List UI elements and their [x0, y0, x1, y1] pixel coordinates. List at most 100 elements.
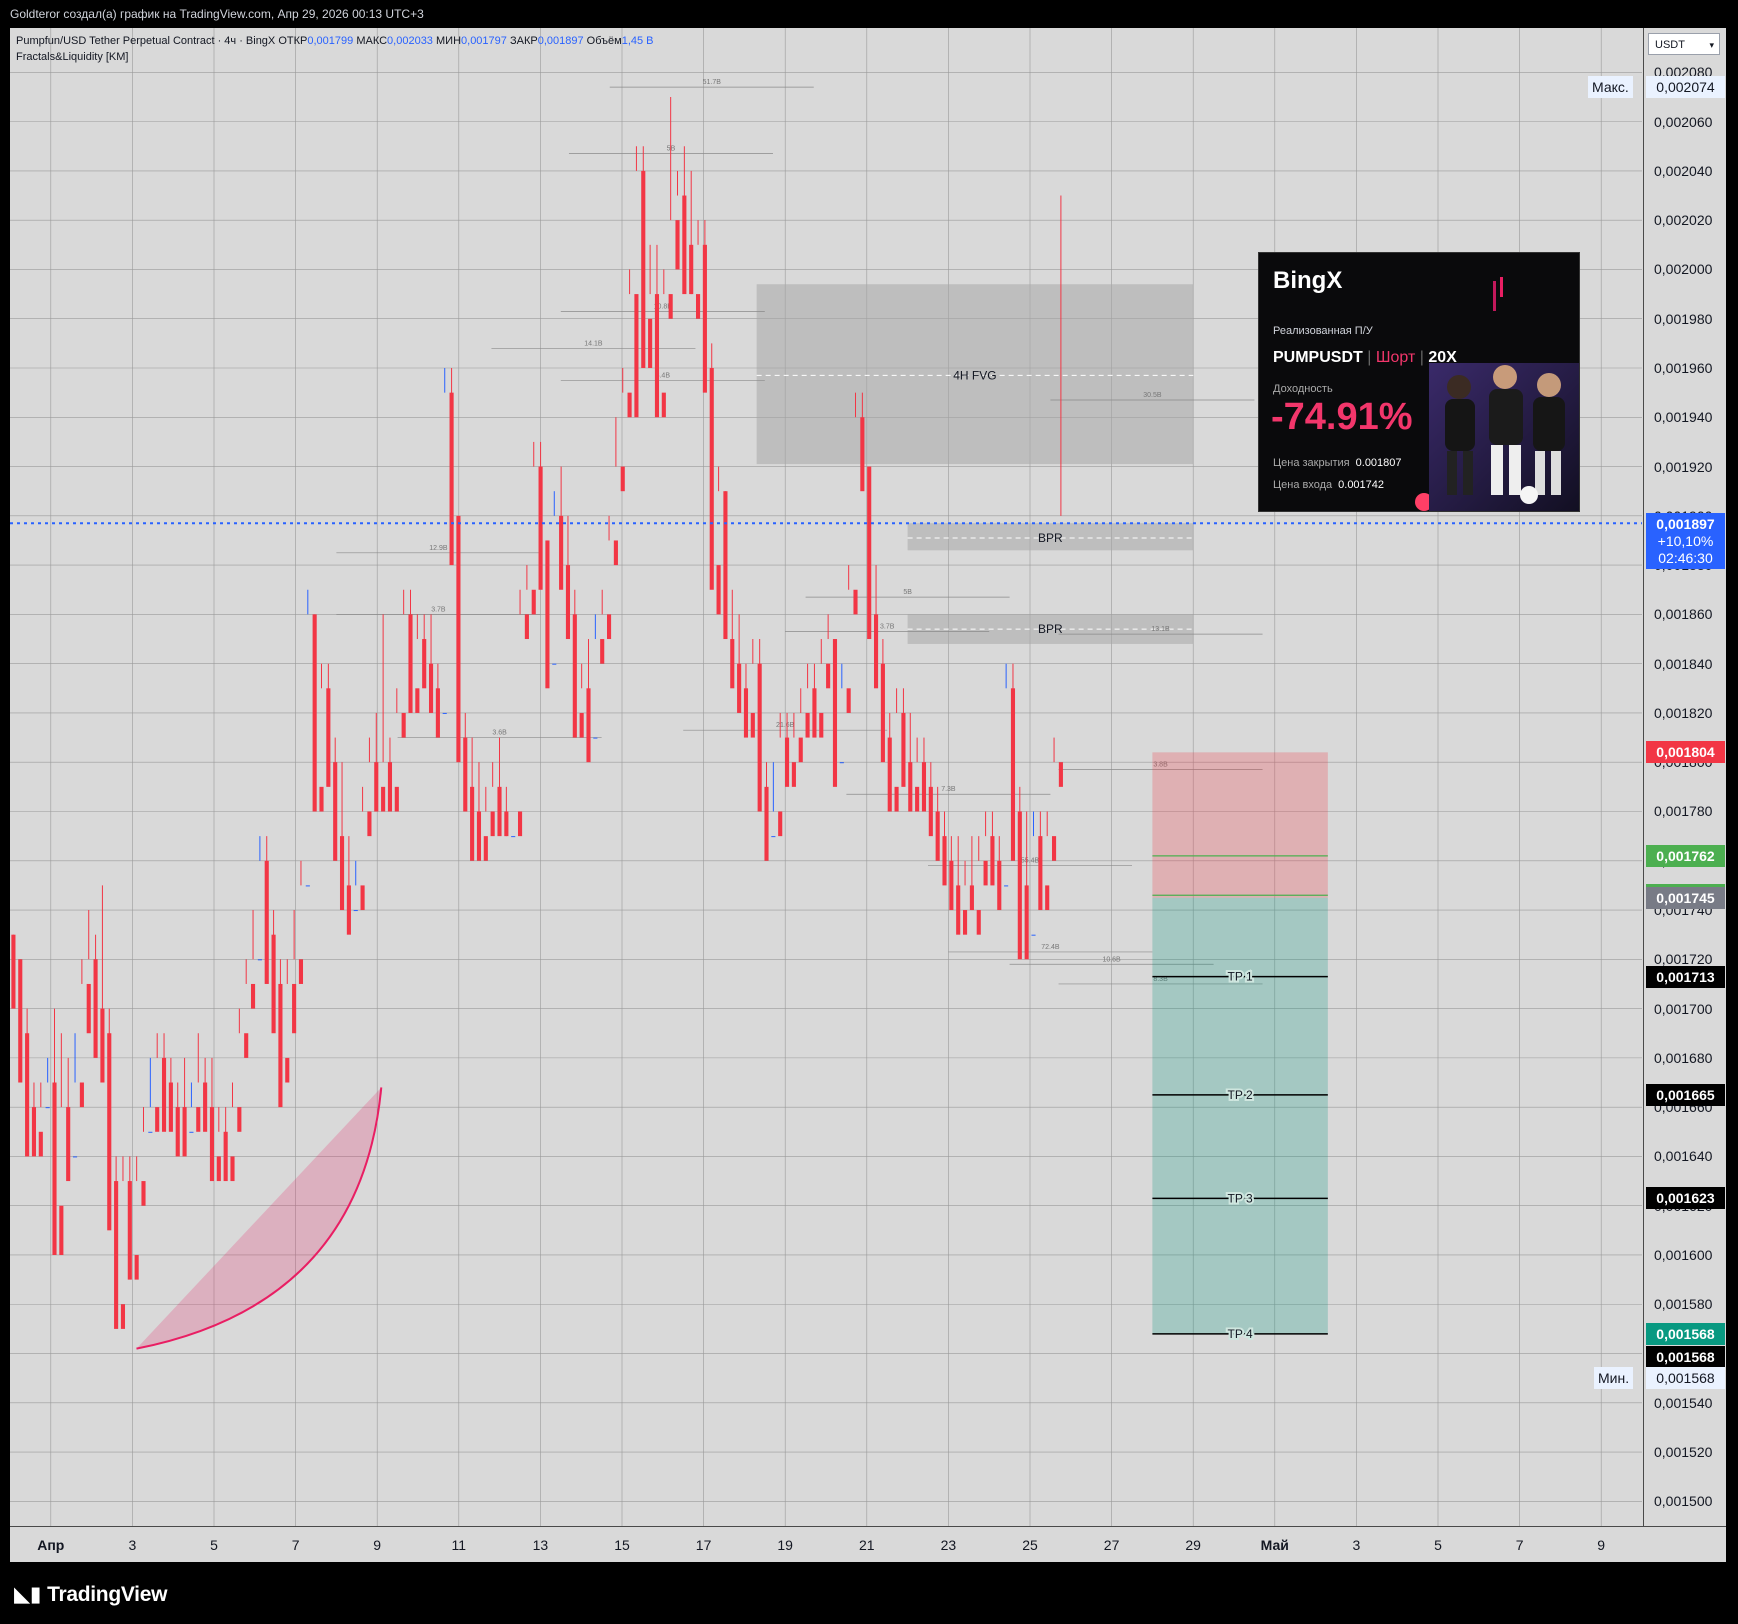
candle-body: [559, 515, 564, 590]
price-tick-label: 0,001980: [1654, 310, 1713, 327]
price-axis[interactable]: USDT▾ 0,0015000,0015200,0015400,0015600,…: [1643, 28, 1726, 1526]
max-price-tag: 0,002074: [1646, 76, 1725, 99]
price-tick-label: 0,001780: [1654, 803, 1713, 820]
legend-volume-label: Объём: [586, 35, 622, 47]
candle-body: [79, 1082, 84, 1108]
candle-body: [921, 762, 927, 812]
candle-body: [387, 762, 393, 812]
tradingview-logo[interactable]: ◣▮ TradingView: [14, 1582, 167, 1607]
candle-body: [435, 688, 440, 738]
candle-body: [86, 983, 91, 1034]
candle-body: [127, 1181, 132, 1280]
candle-body: [1058, 762, 1063, 787]
liquidity-label: 7.3B: [941, 786, 956, 793]
candle-body: [1017, 811, 1022, 960]
candle-body: [415, 688, 420, 713]
liquidity-label: 14.1B: [584, 340, 603, 347]
candle-body: [401, 712, 406, 738]
candle-body: [620, 466, 625, 492]
close-price-row: Цена закрытия 0.001807: [1273, 457, 1402, 469]
candle-body: [778, 811, 783, 837]
candle-body: [565, 565, 571, 640]
price-tick-label: 0,001700: [1654, 1000, 1713, 1017]
liquidity-label: 3.7B: [431, 606, 446, 613]
stop-loss-zone: [1152, 752, 1328, 898]
curve-annotation-fill: [136, 1087, 382, 1349]
chart-plot-area[interactable]: 4H FVGBPRBPR51.7B5B10.8B14.1B3.4B30.5B12…: [10, 28, 1642, 1526]
candle-body: [285, 1057, 290, 1083]
candle-body: [819, 712, 824, 738]
liquidity-label: 3.7B: [880, 624, 895, 631]
candle-body: [168, 1082, 173, 1132]
candle-body: [517, 811, 523, 837]
candle-body: [223, 1131, 228, 1182]
candle-body: [853, 589, 858, 615]
candle-body: [730, 639, 735, 689]
candle-body: [31, 1107, 37, 1157]
candle-body: [969, 885, 974, 911]
bingx-logo: BingX: [1273, 267, 1343, 294]
time-tick-label: 9: [1597, 1537, 1606, 1553]
candle-body: [312, 614, 317, 812]
candle-body: [1045, 885, 1050, 911]
time-tick-label: Апр: [37, 1537, 65, 1553]
candle-body: [148, 1131, 153, 1133]
brand-stripes-icon: [1493, 277, 1503, 311]
legend-high-label: МАКС: [356, 35, 388, 47]
price-tick-label: 0,001680: [1654, 1049, 1713, 1066]
legend-symbol[interactable]: Pumpfun/USD Tether Perpetual Contract · …: [16, 35, 275, 47]
candle-body: [1024, 885, 1029, 960]
candle-body: [66, 1107, 71, 1182]
candle-body: [976, 910, 981, 935]
take-profit-label: TP 1: [1228, 970, 1253, 984]
candle-body: [606, 614, 612, 640]
time-tick-label: 11: [451, 1537, 467, 1553]
candle-body: [360, 885, 365, 911]
candle-body: [442, 712, 447, 714]
candle-body: [1010, 688, 1016, 861]
time-tick-label: 21: [859, 1537, 875, 1553]
candle-body: [11, 934, 16, 1009]
chart-legend: Pumpfun/USD Tether Perpetual Contract · …: [16, 33, 654, 65]
candle-body: [812, 688, 817, 738]
candle-body: [107, 1033, 112, 1231]
price-tag: 0,001568: [1646, 1346, 1725, 1369]
liquidity-label: 10.6B: [1102, 956, 1121, 963]
yield-label: Доходность: [1273, 383, 1333, 395]
legend-symbol-row: Pumpfun/USD Tether Perpetual Contract · …: [16, 33, 654, 49]
currency-label: USDT: [1655, 39, 1685, 51]
time-axis[interactable]: Апр 3 5 7 9 11 13 15 17 19 21 23 25 27 29 Май 3 5 7 9: [10, 1526, 1726, 1562]
candle-body: [915, 786, 920, 812]
candle-body: [682, 195, 687, 295]
price-tick-label: 0,001500: [1654, 1493, 1713, 1510]
candle-body: [873, 614, 879, 689]
candle-body: [237, 1107, 242, 1132]
close-price-label: Цена закрытия: [1273, 457, 1350, 469]
price-tag: 0,001745: [1646, 886, 1725, 909]
legend-indicator[interactable]: Fractals&Liquidity [KM]: [16, 49, 654, 65]
chevron-down-icon: ▾: [1709, 40, 1714, 50]
candle-body: [524, 614, 529, 640]
candle-body: [716, 565, 721, 615]
candle-body: [134, 1254, 139, 1280]
side-separator: |: [1419, 349, 1424, 366]
candle-body: [1038, 836, 1043, 911]
candle-body: [346, 885, 351, 935]
take-profit-label: TP 2: [1228, 1088, 1253, 1102]
price-tick-label: 0,002040: [1654, 162, 1713, 179]
trade-side: Шорт: [1375, 349, 1416, 366]
candle-body: [805, 712, 810, 738]
candle-body: [784, 737, 790, 787]
candle-body: [771, 836, 776, 838]
candle-body: [887, 737, 892, 812]
candle-body: [552, 663, 557, 665]
take-profit-zone: [1152, 897, 1328, 1334]
candle-body: [737, 663, 742, 713]
candle-body: [189, 1131, 194, 1133]
candle-body: [504, 811, 509, 837]
candle-body: [832, 639, 838, 787]
candle-body: [141, 1181, 146, 1206]
price-tick-label: 0,001920: [1654, 458, 1713, 475]
currency-selector[interactable]: USDT ▾: [1648, 33, 1720, 55]
candle-body: [45, 1107, 50, 1109]
